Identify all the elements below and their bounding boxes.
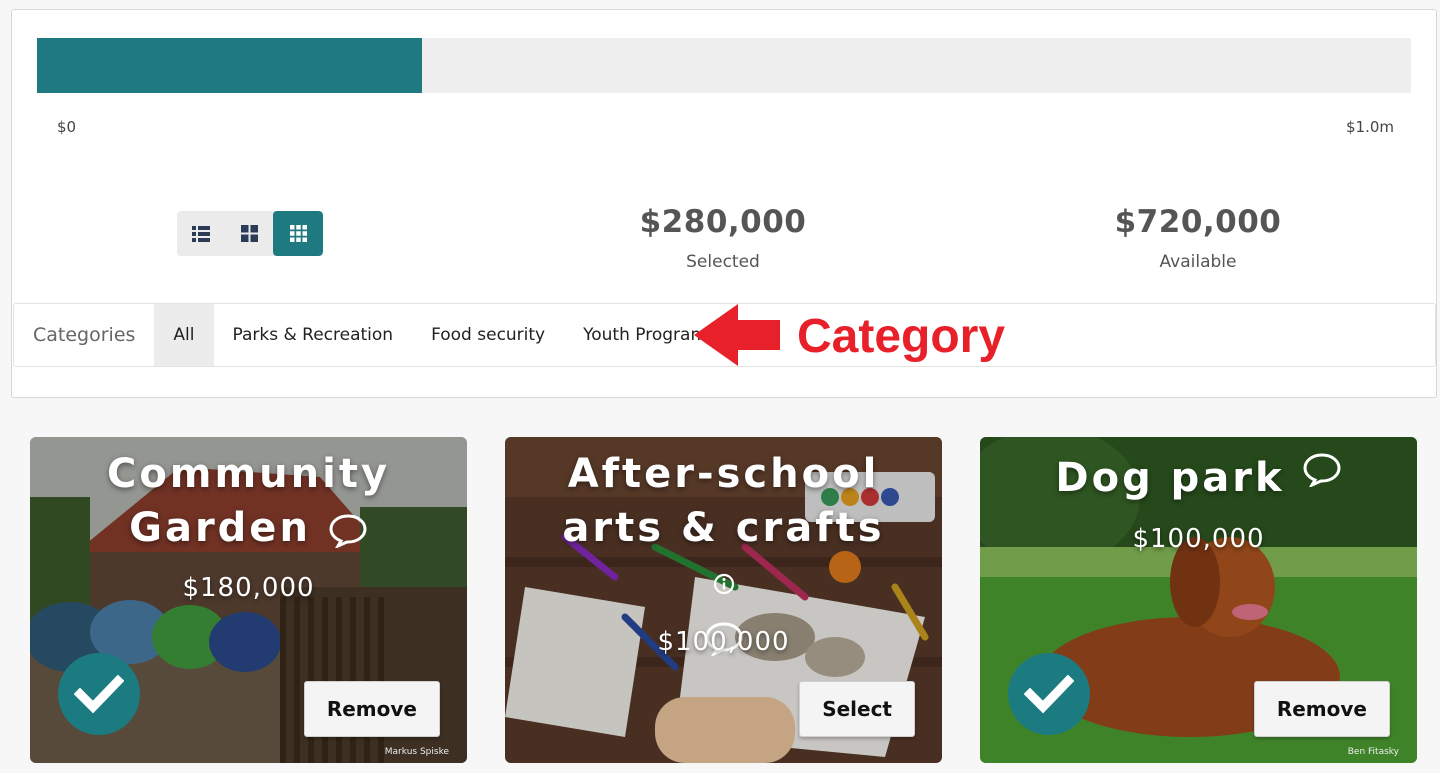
photo-credit: Markus Spiske	[384, 747, 449, 757]
selected-amount: $280,000	[639, 204, 807, 240]
remove-button[interactable]: Remove	[1253, 681, 1390, 737]
project-card-dog-park: Dog park $100,000 Remove Ben Fitasky	[980, 437, 1417, 763]
list-view-icon	[192, 225, 210, 242]
category-tab-food-security[interactable]: Food security	[412, 304, 564, 366]
project-card-after-school-arts: After-school arts & crafts $100,000 Sele…	[505, 437, 942, 763]
budget-min-label: $0	[57, 118, 77, 136]
project-card-community-garden: Community Garden $180,000 Remove Markus …	[30, 437, 467, 763]
project-title-wrap: Dog park	[980, 451, 1417, 505]
comment-icon[interactable]	[328, 512, 368, 548]
selected-label: Selected	[686, 252, 760, 272]
grid-large-icon	[240, 225, 258, 242]
grid-small-icon	[289, 225, 307, 242]
available-stat: $720,000 Available	[1078, 204, 1318, 272]
project-price: $100,000	[657, 627, 790, 657]
categories-title: Categories	[33, 324, 136, 346]
project-price: $180,000	[182, 573, 315, 603]
annotation-arrow-icon	[694, 304, 780, 366]
budget-max-label: $1.0m	[1346, 118, 1395, 136]
comment-icon[interactable]	[1302, 451, 1342, 487]
list-view-button[interactable]	[177, 211, 225, 256]
select-button[interactable]: Select	[799, 681, 915, 737]
available-amount: $720,000	[1114, 204, 1282, 240]
project-title: Dog park	[1055, 455, 1285, 501]
annotation-label: Category	[797, 310, 1006, 363]
grid-large-view-button[interactable]	[225, 211, 273, 256]
grid-small-view-button[interactable]	[273, 211, 323, 256]
available-label: Available	[1159, 252, 1237, 272]
selected-check-icon	[1008, 653, 1090, 735]
budget-progress-bar	[37, 38, 1411, 93]
project-price: $100,000	[1132, 524, 1265, 554]
view-mode-toggle	[177, 211, 323, 256]
project-title: After-school arts & crafts	[562, 451, 885, 551]
selected-stat: $280,000 Selected	[603, 204, 843, 272]
category-tab-parks-recreation[interactable]: Parks & Recreation	[214, 304, 413, 366]
remove-button[interactable]: Remove	[303, 681, 440, 737]
selected-check-icon	[58, 653, 140, 735]
info-icon[interactable]	[713, 573, 735, 595]
budget-progress-fill	[37, 38, 422, 93]
project-title-wrap: Community Garden	[30, 447, 467, 555]
category-tab-all[interactable]: All	[154, 304, 214, 366]
photo-credit: Ben Fitasky	[1347, 747, 1399, 757]
